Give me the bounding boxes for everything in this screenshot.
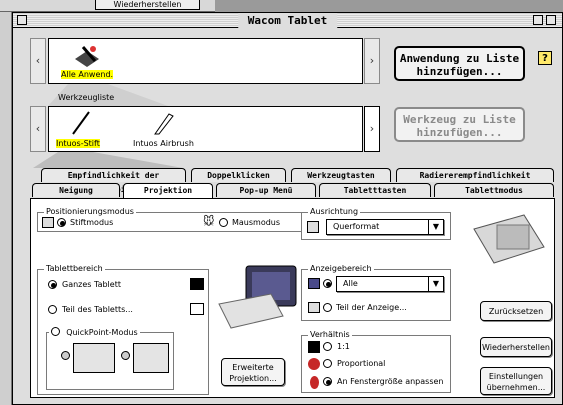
positioning-mode-group: Positionierungsmodus Stiftmodus 🐭 Mausmo… — [37, 207, 302, 232]
proportional-radio[interactable] — [323, 359, 332, 368]
fit-window-label: An Fenstergröße anpassen — [337, 377, 444, 386]
display-part-icon — [308, 302, 320, 313]
part-tablet-icon — [190, 303, 204, 315]
quickpoint-right-radio[interactable] — [121, 351, 130, 360]
display-area-title: Anzeigebereich — [308, 264, 374, 273]
one-to-one-label: 1:1 — [337, 342, 350, 351]
quickpoint-header: QuickPoint-Modus — [49, 326, 140, 338]
whole-tablet-icon — [190, 278, 204, 290]
quickpoint-group: QuickPoint-Modus — [46, 326, 174, 390]
tablet-preview-icon — [473, 214, 545, 264]
quickpoint-left-icon — [73, 343, 115, 373]
display-part-radio[interactable] — [323, 303, 332, 312]
add-tool-button[interactable]: Werkzeug zu Liste hinzufügen... — [394, 107, 525, 142]
mouse-mode-icon: 🐭 — [203, 215, 215, 228]
application-list: Alle Anwend. — [48, 38, 363, 84]
tab-eraser-sensitivity[interactable]: Radiererempfindlichkeit — [396, 168, 554, 182]
tool-item-label: Intuos-Stift — [56, 139, 100, 148]
background-window-strip: Wiederherstellen — [0, 0, 215, 12]
proportional-label: Proportional — [337, 359, 386, 368]
tablet-area-title: Tablettbereich — [44, 264, 105, 273]
reset-button[interactable]: Zurücksetzen — [480, 301, 552, 321]
stylus-mode-label: Stiftmodus — [70, 218, 114, 227]
part-tablet-label: Teil des Tabletts... — [62, 305, 133, 314]
chevron-down-icon: ▼ — [428, 220, 443, 234]
background-window-edge — [0, 12, 12, 405]
close-box-icon[interactable] — [17, 15, 27, 25]
display-part-label: Teil der Anzeige... — [336, 303, 407, 312]
tool-list-label: Werkzeugliste — [58, 93, 115, 102]
wacom-tablet-window: Wacom Tablet ‹ Alle Anwend. › Anwendung … — [12, 12, 563, 405]
tab-tilt[interactable]: Neigung — [32, 183, 120, 197]
quickpoint-right-icon — [133, 343, 169, 373]
display-value: Alle — [343, 279, 358, 288]
application-item-all[interactable]: Alle Anwend. — [59, 43, 119, 83]
ratio-title: Verhältnis — [308, 330, 352, 339]
application-item-label: Alle Anwend. — [61, 70, 114, 79]
ratio-group: Verhältnis 1:1 Proportional An Fenstergr… — [301, 330, 451, 393]
tool-item-label: Intuos Airbrush — [133, 139, 194, 148]
tools-scroll-right-arrow[interactable]: › — [364, 106, 380, 152]
chevron-down-icon: ▼ — [428, 277, 443, 291]
tab-tablet-mode[interactable]: Tablettmodus — [434, 183, 554, 197]
quickpoint-left-radio[interactable] — [61, 351, 70, 360]
help-icon[interactable]: ? — [538, 51, 552, 65]
airbrush-icon — [154, 113, 174, 135]
display-select[interactable]: Alle ▼ — [336, 276, 444, 292]
take-settings-button[interactable]: Einstellungen übernehmen... — [480, 367, 552, 395]
tool-item-intuos-pen[interactable]: Intuos-Stift — [54, 110, 124, 150]
projection-panel: Positionierungsmodus Stiftmodus 🐭 Mausmo… — [30, 198, 555, 398]
tool-connector — [33, 152, 183, 168]
orientation-select[interactable]: Querformat ▼ — [326, 219, 444, 235]
fit-window-icon — [310, 376, 319, 389]
display-area-group: Anzeigebereich Alle ▼ Teil der Anzeige..… — [301, 264, 451, 321]
tab-popup-menu[interactable]: Pop-up Menü — [216, 183, 316, 197]
restore-button[interactable]: Wiederherstellen — [480, 337, 552, 357]
mouse-mode-radio[interactable] — [219, 218, 228, 227]
add-application-button[interactable]: Anwendung zu Liste hinzufügen... — [394, 46, 525, 81]
all-apps-icon — [75, 46, 99, 67]
orientation-group: Ausrichtung Querformat ▼ — [301, 207, 451, 240]
apps-scroll-left-arrow[interactable]: ‹ — [30, 38, 46, 84]
positioning-mode-title: Positionierungsmodus — [44, 207, 136, 216]
one-to-one-radio[interactable] — [323, 342, 332, 351]
part-tablet-radio[interactable] — [48, 305, 57, 314]
collapse-box-icon[interactable] — [533, 15, 543, 25]
tool-item-intuos-airbrush[interactable]: Intuos Airbrush — [131, 110, 211, 150]
quickpoint-radio[interactable] — [51, 327, 60, 336]
zoom-box-icon[interactable] — [546, 15, 556, 25]
tab-tablet-buttons[interactable]: Tabletttasten — [319, 183, 431, 197]
display-all-icon — [308, 278, 320, 289]
apps-scroll-right-arrow[interactable]: › — [364, 38, 380, 84]
background-restore-button[interactable]: Wiederherstellen — [95, 0, 200, 10]
tablet-area-group: Tablettbereich Ganzes Tablett Teil des T… — [37, 264, 209, 395]
whole-tablet-radio[interactable] — [48, 280, 57, 289]
tablet-monitor-icon — [218, 265, 297, 329]
fit-window-radio[interactable] — [323, 377, 332, 386]
tab-tool-buttons[interactable]: Werkzeugtasten — [291, 168, 391, 182]
title-bar[interactable]: Wacom Tablet — [13, 13, 562, 28]
orientation-icon — [307, 221, 319, 233]
window-title: Wacom Tablet — [237, 13, 338, 28]
tool-list: Intuos-Stift Intuos Airbrush — [48, 106, 363, 152]
tab-double-click[interactable]: Doppelklicken — [191, 168, 286, 182]
pen-icon — [72, 111, 90, 135]
tab-pen-tip-sensitivity[interactable]: Empfindlichkeit der Stiftspitze — [41, 168, 186, 194]
tools-scroll-left-arrow[interactable]: ‹ — [30, 106, 46, 152]
one-to-one-icon — [308, 341, 320, 353]
orientation-value: Querformat — [333, 222, 380, 231]
whole-tablet-label: Ganzes Tablett — [62, 280, 121, 289]
display-all-radio[interactable] — [323, 279, 332, 288]
orientation-title: Ausrichtung — [308, 207, 361, 216]
stylus-mode-radio[interactable] — [57, 218, 66, 227]
mouse-mode-label: Mausmodus — [232, 218, 281, 227]
stylus-mode-icon — [42, 217, 54, 228]
advanced-projection-button[interactable]: Erweiterte Projektion... — [221, 358, 285, 386]
quickpoint-label: QuickPoint-Modus — [66, 328, 138, 337]
proportional-icon — [308, 358, 320, 370]
